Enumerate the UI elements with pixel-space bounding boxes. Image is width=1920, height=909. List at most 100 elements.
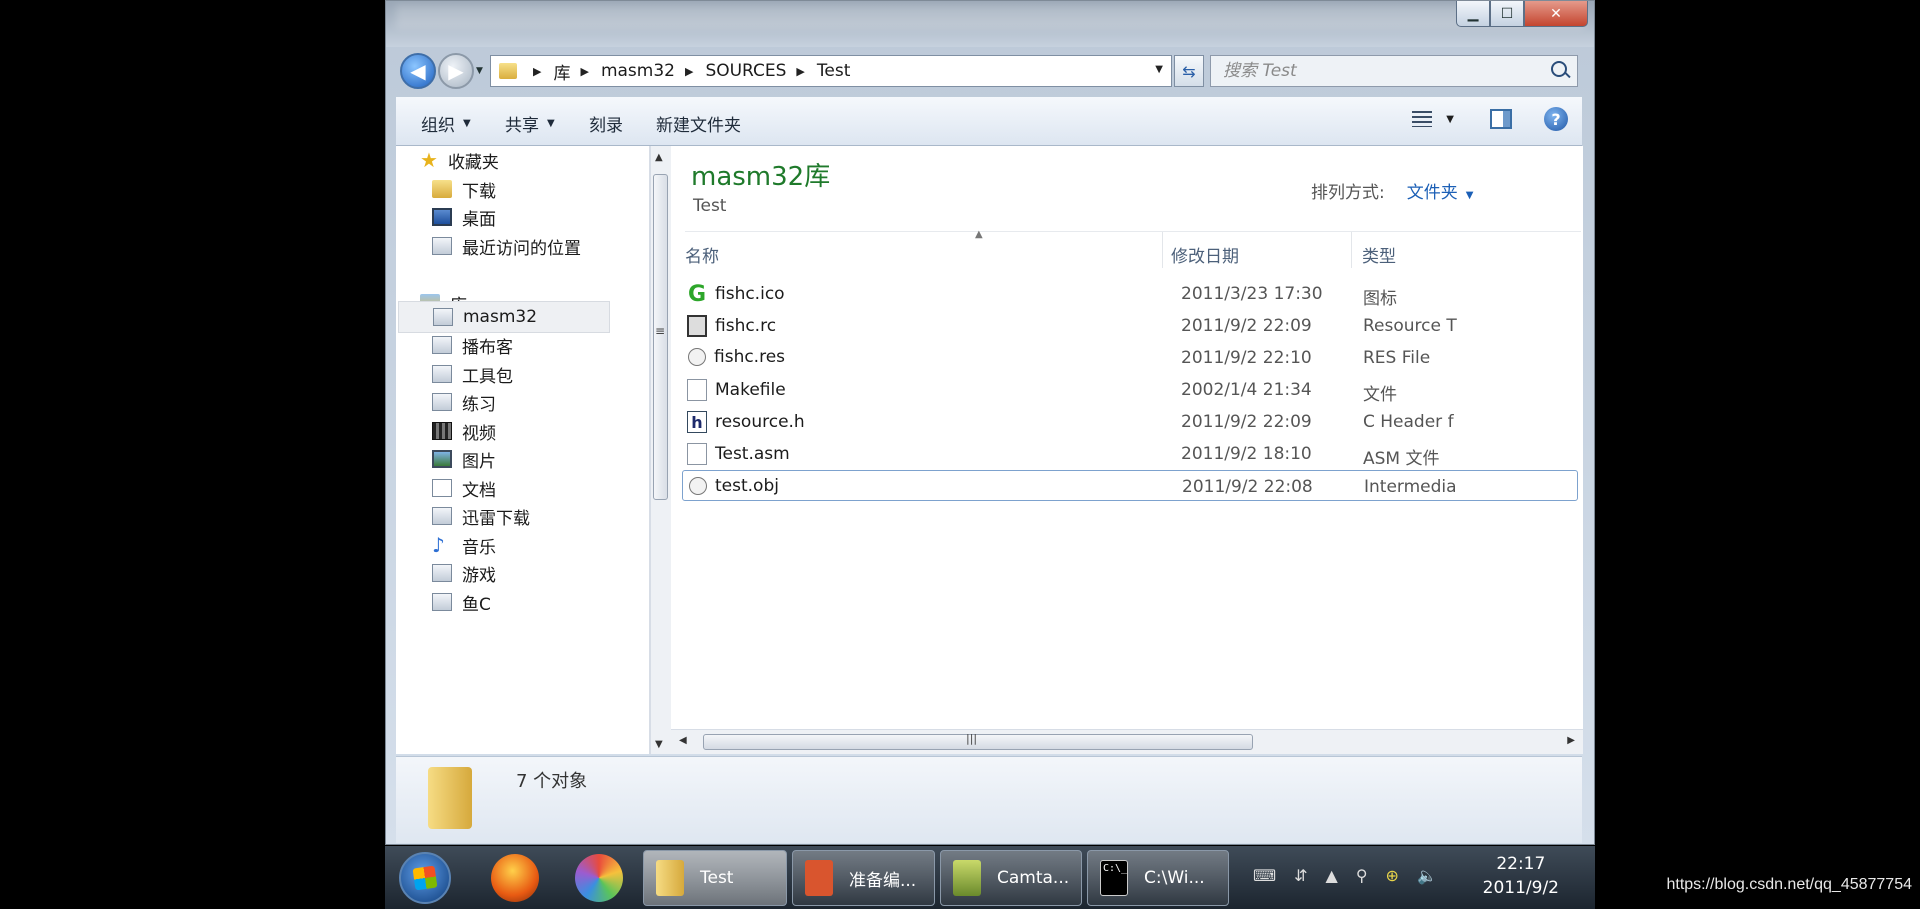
file-row[interactable]: fishc.res 2011/9/2 22:10 RES File bbox=[685, 342, 1581, 373]
start-button[interactable] bbox=[399, 852, 451, 904]
blank-file-icon bbox=[687, 379, 707, 401]
maximize-button[interactable]: ☐ bbox=[1490, 1, 1524, 27]
nav-library-item[interactable]: 播布客 bbox=[432, 329, 649, 361]
navigation-row: ◀ ▶ ▼ ▶ 库 ▶ masm32 ▶ SOURCES ▶ Test ▼ ⇆ bbox=[400, 51, 1584, 91]
file-row-selected[interactable]: test.obj 2011/9/2 22:08 Intermedia bbox=[682, 470, 1578, 501]
nav-favorites[interactable]: ★ 收藏夹 bbox=[420, 146, 649, 176]
file-row[interactable]: fishc.rc 2011/9/2 22:09 Resource T bbox=[685, 310, 1581, 341]
file-type: ASM 文件 bbox=[1363, 449, 1440, 469]
search-input[interactable] bbox=[1211, 56, 1545, 86]
file-date: 2011/9/2 22:08 bbox=[1182, 477, 1313, 497]
close-button[interactable]: ✕ bbox=[1524, 1, 1588, 27]
help-icon[interactable]: ? bbox=[1544, 107, 1568, 131]
file-list-pane: masm32库 Test 排列方式: 文件夹 ▼ ▲ 名称 修改日期 类型 Gfis… bbox=[671, 146, 1583, 754]
chevron-down-icon[interactable]: ▼ bbox=[1446, 114, 1454, 125]
change-view-icon[interactable] bbox=[1412, 111, 1433, 127]
title-bar[interactable]: ▁ ☐ ✕ bbox=[386, 1, 1594, 47]
file-row[interactable]: Makefile 2002/1/4 21:34 文件 bbox=[685, 374, 1581, 405]
nav-library-item[interactable]: 迅雷下载 bbox=[432, 500, 649, 532]
file-row[interactable]: Test.asm 2011/9/2 18:10 ASM 文件 bbox=[685, 438, 1581, 469]
file-date: 2011/3/23 17:30 bbox=[1181, 284, 1323, 304]
clock-time: 22:17 bbox=[1496, 854, 1546, 874]
clock[interactable]: 22:17 2011/9/2 bbox=[1483, 852, 1559, 900]
file-name: test.obj bbox=[715, 476, 779, 496]
header-file-icon: h bbox=[687, 411, 707, 433]
chevron-down-icon: ▼ bbox=[463, 118, 471, 129]
nav-desktop[interactable]: 桌面 bbox=[432, 201, 649, 233]
column-date-modified[interactable]: 修改日期 bbox=[1171, 242, 1239, 267]
watermark: https://blog.csdn.net/qq_45877754 bbox=[1666, 876, 1912, 893]
file-type: Resource T bbox=[1363, 316, 1457, 336]
nav-library-item[interactable]: 练习 bbox=[432, 386, 649, 418]
new-folder-button[interactable]: 新建文件夹 bbox=[656, 111, 741, 136]
breadcrumb-sources[interactable]: ▶ SOURCES bbox=[675, 61, 786, 81]
nav-library-item[interactable]: 游戏 bbox=[432, 557, 649, 589]
library-icon bbox=[432, 393, 452, 411]
burn-button[interactable]: 刻录 bbox=[589, 111, 623, 136]
library-icon bbox=[433, 308, 453, 326]
taskbar-button-explorer[interactable]: Test bbox=[643, 850, 787, 906]
blank-file-icon bbox=[687, 443, 707, 465]
address-bar[interactable]: ▶ 库 ▶ masm32 ▶ SOURCES ▶ Test ▼ bbox=[490, 55, 1172, 87]
scroll-right-icon[interactable]: ▶ bbox=[1567, 735, 1575, 746]
breadcrumb-root[interactable]: ▶ 库 bbox=[523, 59, 570, 84]
nav-recent-places[interactable]: 最近访问的位置 bbox=[432, 230, 649, 262]
recent-pages-dropdown-icon[interactable]: ▼ bbox=[476, 66, 483, 76]
scroll-down-icon[interactable]: ▼ bbox=[655, 739, 663, 750]
arrange-by: 排列方式: 文件夹 ▼ bbox=[1311, 183, 1474, 203]
scrollbar-thumb[interactable] bbox=[703, 734, 1253, 750]
file-list-horizontal-scrollbar[interactable]: ◀ ||| ▶ bbox=[671, 729, 1583, 754]
refresh-button[interactable]: ⇆ bbox=[1174, 55, 1204, 87]
search-icon[interactable] bbox=[1551, 61, 1567, 77]
back-button[interactable]: ◀ bbox=[400, 53, 436, 89]
breadcrumb-test[interactable]: ▶ Test bbox=[786, 61, 850, 81]
volume-icon[interactable]: 🔈 bbox=[1417, 866, 1437, 885]
file-date: 2002/1/4 21:34 bbox=[1181, 380, 1312, 400]
preview-pane-icon[interactable] bbox=[1490, 109, 1512, 129]
explorer-window: ▁ ☐ ✕ ◀ ▶ ▼ ▶ 库 ▶ masm32 ▶ SOURCES ▶ Test ▼ … bbox=[385, 0, 1595, 845]
library-icon bbox=[432, 507, 452, 525]
minimize-button[interactable]: ▁ bbox=[1456, 1, 1490, 27]
scroll-up-icon[interactable]: ▲ bbox=[655, 152, 663, 163]
taskbar-button-camtasia[interactable]: Camta... bbox=[940, 850, 1082, 906]
file-row[interactable]: h resource.h 2011/9/2 22:09 C Header f bbox=[685, 406, 1581, 437]
organize-button[interactable]: 组织 ▼ bbox=[421, 111, 471, 136]
nav-library-pictures[interactable]: 图片 bbox=[432, 443, 649, 475]
nav-library-item[interactable]: 鱼C bbox=[432, 586, 649, 618]
network-icon[interactable]: ⇵ bbox=[1294, 866, 1307, 885]
scroll-left-icon[interactable]: ◀ bbox=[679, 735, 687, 746]
command-prompt-icon: C:\_ bbox=[1100, 860, 1128, 896]
details-pane: 7 个对象 bbox=[396, 756, 1582, 843]
forward-button[interactable]: ▶ bbox=[438, 53, 474, 89]
camtasia-icon bbox=[953, 860, 981, 896]
arrange-by-dropdown[interactable]: 文件夹 ▼ bbox=[1407, 183, 1474, 203]
show-hidden-icons-icon[interactable]: ▲ bbox=[1326, 866, 1338, 885]
column-name[interactable]: 名称 bbox=[685, 242, 719, 267]
sort-ascending-icon: ▲ bbox=[975, 229, 983, 240]
navigation-scrollbar[interactable]: ▲ ≡ ▼ bbox=[650, 146, 671, 754]
refresh-icon: ⇆ bbox=[1182, 61, 1196, 81]
search-box[interactable] bbox=[1210, 55, 1578, 87]
file-row[interactable]: Gfishc.ico 2011/3/23 17:30 图标 bbox=[685, 278, 1581, 310]
system-tray: ⌨ ⇵ ▲ ⚲ ⊕ 🔈 bbox=[1253, 866, 1437, 885]
breadcrumb-masm32[interactable]: ▶ masm32 bbox=[570, 61, 675, 81]
pinwheel-app-icon[interactable] bbox=[575, 854, 623, 902]
generic-file-icon bbox=[689, 477, 707, 495]
firefox-icon[interactable] bbox=[491, 854, 539, 902]
tray-app-icon[interactable]: ⚲ bbox=[1356, 866, 1368, 885]
library-subtitle: Test bbox=[693, 196, 727, 216]
taskbar-button-cmd[interactable]: C:\_ C:\Wi... bbox=[1087, 850, 1229, 906]
keyboard-icon[interactable]: ⌨ bbox=[1253, 866, 1276, 885]
taskbar-button-powerpoint[interactable]: 准备编... bbox=[792, 850, 935, 906]
file-name: fishc.res bbox=[714, 347, 786, 367]
clock-date: 2011/9/2 bbox=[1482, 878, 1559, 898]
column-type[interactable]: 类型 bbox=[1362, 242, 1396, 267]
film-icon bbox=[432, 422, 452, 440]
folder-icon bbox=[656, 860, 684, 896]
tray-plus-icon[interactable]: ⊕ bbox=[1386, 866, 1399, 885]
address-dropdown-icon[interactable]: ▼ bbox=[1155, 64, 1163, 75]
share-button[interactable]: 共享 ▼ bbox=[505, 111, 555, 136]
recent-places-icon bbox=[432, 237, 452, 255]
folder-icon bbox=[428, 767, 472, 829]
powerpoint-icon bbox=[805, 860, 833, 896]
